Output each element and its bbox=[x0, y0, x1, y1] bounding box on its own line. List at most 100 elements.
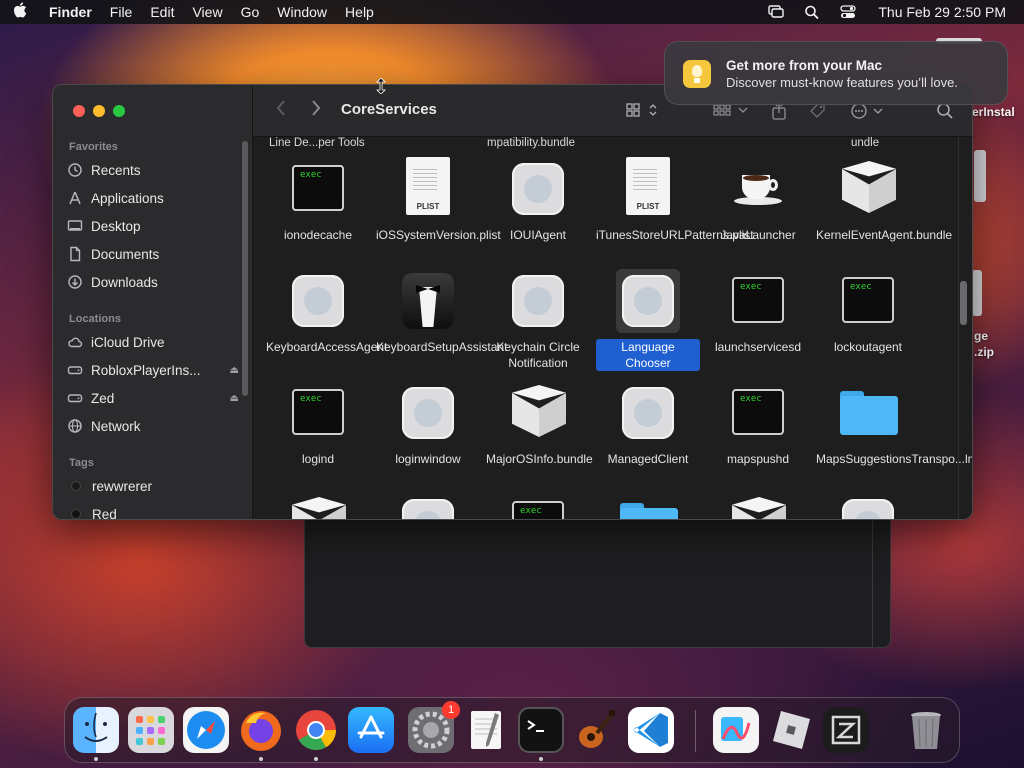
file-item-itunesstoreurlpatterns-plist[interactable]: PLIST iTunesStoreURLPatterns.plist bbox=[596, 157, 754, 265]
bundle-icon bbox=[836, 157, 900, 221]
sidebar-item-icloud-drive[interactable]: iCloud Drive bbox=[67, 330, 239, 354]
file-item-managedclient[interactable]: ManagedClient bbox=[596, 381, 700, 489]
file-item-partial[interactable] bbox=[266, 493, 370, 519]
folder-icon bbox=[836, 381, 900, 445]
file-item-ionodecache[interactable]: exec ionodecache bbox=[266, 157, 370, 265]
minimize-button[interactable] bbox=[93, 105, 105, 117]
desktop-zip-icon[interactable] bbox=[972, 270, 982, 316]
file-label-cut[interactable]: undle bbox=[851, 137, 879, 149]
file-item-partial[interactable]: exec bbox=[486, 493, 590, 519]
sidebar-item-recents[interactable]: Recents bbox=[67, 158, 239, 182]
menu-file[interactable]: File bbox=[101, 4, 142, 20]
zed-icon[interactable] bbox=[823, 707, 869, 753]
sidebar-item-desktop[interactable]: Desktop bbox=[67, 214, 239, 238]
eject-icon[interactable]: ⏏ bbox=[230, 365, 239, 376]
file-label: iOSSystemVersion.plist bbox=[376, 228, 501, 242]
file-item-language-chooser[interactable]: Language Chooser bbox=[596, 269, 700, 377]
bundle-icon bbox=[506, 381, 570, 445]
close-button[interactable] bbox=[73, 105, 85, 117]
safari-icon[interactable] bbox=[183, 707, 229, 753]
control-center-icon[interactable] bbox=[840, 5, 857, 19]
terminal-icon[interactable] bbox=[518, 707, 564, 753]
finder-icon[interactable] bbox=[73, 707, 119, 753]
file-item-keychain-circle-notification[interactable]: Keychain Circle Notification bbox=[486, 269, 590, 377]
launchpad-icon[interactable] bbox=[128, 707, 174, 753]
menu-view[interactable]: View bbox=[183, 4, 231, 20]
file-item-majorosinfo-bundle[interactable]: MajorOSInfo.bundle bbox=[486, 381, 593, 489]
file-item-iouiagent[interactable]: IOUIAgent bbox=[486, 157, 590, 265]
sidebar-item-downloads[interactable]: Downloads bbox=[67, 270, 239, 294]
file-item-keyboardaccessagent[interactable]: KeyboardAccessAgent bbox=[266, 269, 387, 377]
file-item-kerneleventagent-bundle[interactable]: KernelEventAgent.bundle bbox=[816, 157, 952, 265]
file-label: MajorOSInfo.bundle bbox=[486, 452, 593, 466]
chrome-icon[interactable] bbox=[293, 707, 339, 753]
sidebar-item-documents[interactable]: Documents bbox=[67, 242, 239, 266]
textedit-icon[interactable] bbox=[463, 707, 509, 753]
file-item-mapspushd[interactable]: exec mapspushd bbox=[706, 381, 810, 489]
menu-edit[interactable]: Edit bbox=[141, 4, 183, 20]
file-label: loginwindow bbox=[395, 452, 461, 466]
tag-icon[interactable] bbox=[809, 102, 827, 123]
file-item-partial[interactable] bbox=[596, 493, 700, 519]
content-scrollbar[interactable] bbox=[960, 281, 967, 325]
menu-window[interactable]: Window bbox=[268, 4, 336, 20]
sidebar-item-zed-volume[interactable]: Zed ⏏ bbox=[67, 386, 239, 410]
sidebar-tag-red[interactable]: Red bbox=[67, 502, 239, 519]
sidebar-tag-rewwrerer[interactable]: rewwrerer bbox=[67, 474, 239, 498]
desktop-item-label[interactable]: ge bbox=[974, 329, 988, 343]
file-item-launchservicesd[interactable]: exec launchservicesd bbox=[706, 269, 810, 377]
apple-icon[interactable] bbox=[0, 2, 40, 22]
file-item-partial[interactable] bbox=[376, 493, 480, 519]
disk-icon bbox=[67, 390, 83, 406]
search-icon[interactable] bbox=[936, 102, 954, 123]
app-icon bbox=[396, 493, 460, 519]
sidebar-item-applications[interactable]: Applications bbox=[67, 186, 239, 210]
notification-banner[interactable]: Get more from your Mac Discover must-kno… bbox=[664, 41, 1008, 105]
guitar-icon[interactable] bbox=[573, 707, 619, 753]
file-label-cut[interactable]: Line De...per Tools bbox=[269, 137, 365, 149]
file-label: mapspushd bbox=[726, 452, 790, 466]
firefox-icon[interactable] bbox=[238, 707, 284, 753]
gear-icon[interactable]: 1 bbox=[408, 701, 460, 753]
app-store-icon[interactable] bbox=[348, 707, 394, 753]
file-label: JavaLauncher bbox=[720, 228, 796, 242]
background-window[interactable] bbox=[304, 500, 891, 648]
file-item-keyboardsetupassistant[interactable]: KeyboardSetupAssistant bbox=[376, 269, 507, 377]
file-item-logind[interactable]: exec logind bbox=[266, 381, 370, 489]
file-item-mapssuggestions-folder[interactable]: MapsSuggestionsTranspo...lmodelc bbox=[816, 381, 972, 489]
more-actions-button[interactable] bbox=[850, 102, 886, 123]
eject-icon[interactable]: ⏏ bbox=[230, 393, 239, 404]
file-item-loginwindow[interactable]: loginwindow bbox=[376, 381, 480, 489]
freeform-icon[interactable] bbox=[713, 707, 759, 753]
app-icon bbox=[396, 381, 460, 445]
file-browser[interactable]: Line De...per Tools mpatibility.bundle u… bbox=[253, 137, 972, 519]
menu-help[interactable]: Help bbox=[336, 4, 383, 20]
view-icons-button[interactable] bbox=[626, 102, 660, 121]
menubar-clock[interactable]: Thu Feb 29 2:50 PM bbox=[878, 4, 1006, 20]
sidebar-item-network[interactable]: Network bbox=[67, 414, 239, 438]
menu-go[interactable]: Go bbox=[232, 4, 269, 20]
vscode-icon[interactable] bbox=[628, 707, 674, 753]
roblox-icon[interactable] bbox=[768, 707, 814, 753]
sidebar-scrollbar[interactable] bbox=[242, 141, 248, 396]
spotlight-icon[interactable] bbox=[804, 5, 820, 20]
file-item-javalauncher[interactable]: JavaLauncher bbox=[706, 157, 810, 265]
zoom-button[interactable] bbox=[113, 105, 125, 117]
file-item-partial[interactable] bbox=[816, 493, 920, 519]
sidebar-section-favorites: Favorites bbox=[69, 141, 118, 153]
forward-button[interactable] bbox=[310, 99, 322, 123]
desktop-item-label[interactable]: erInstal bbox=[972, 105, 1015, 119]
sidebar-item-roblox-volume[interactable]: RobloxPlayerIns... ⏏ bbox=[67, 358, 239, 382]
finder-window[interactable]: Favorites Recents Applications Desktop D… bbox=[52, 84, 973, 520]
share-icon[interactable] bbox=[771, 102, 787, 123]
back-button[interactable] bbox=[275, 99, 287, 123]
file-item-lockoutagent[interactable]: exec lockoutagent bbox=[816, 269, 920, 377]
desktop-file-icon[interactable] bbox=[974, 150, 986, 202]
file-label-cut[interactable]: mpatibility.bundle bbox=[487, 137, 575, 149]
file-item-iossystemversion-plist[interactable]: PLIST iOSSystemVersion.plist bbox=[376, 157, 501, 265]
trash-icon[interactable] bbox=[903, 707, 949, 753]
menu-app-name[interactable]: Finder bbox=[40, 4, 101, 20]
desktop-item-label[interactable]: .zip bbox=[974, 345, 994, 359]
screen-mirroring-icon[interactable] bbox=[768, 5, 785, 19]
file-item-partial[interactable] bbox=[706, 493, 810, 519]
